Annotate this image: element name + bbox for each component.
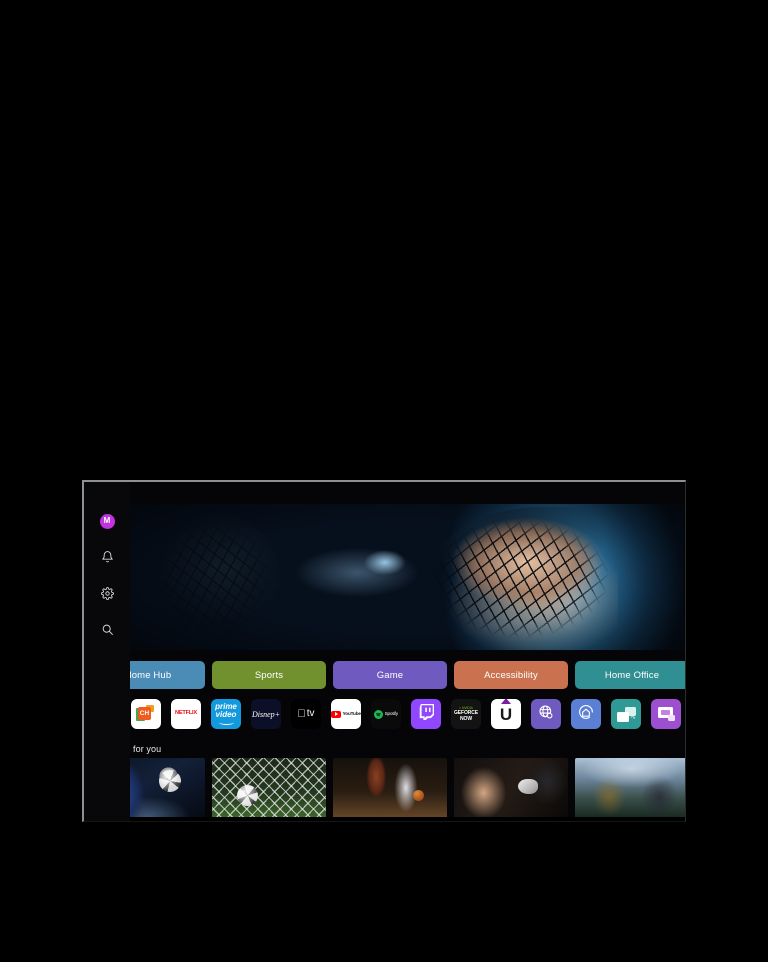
pick-thumbnail (333, 758, 447, 820)
category-button-sports[interactable]: Sports (212, 661, 326, 689)
pick-card-american-football[interactable] (575, 758, 685, 820)
tv-screen: M Home Hub Sports Game Accessibility Hom… (84, 482, 685, 821)
bottom-edge (84, 817, 685, 821)
category-button-game[interactable]: Game (333, 661, 447, 689)
pick-card-boxing-match[interactable] (454, 758, 568, 820)
pick-card-soccer-goal-net[interactable] (212, 758, 326, 820)
apple-tv-label: tv (302, 708, 315, 719)
youtube-icon (331, 710, 342, 718)
app-tile-apple-tv[interactable]:  tv (291, 699, 321, 729)
globe-icon (538, 704, 554, 725)
multiview-icon: ↷ (616, 706, 636, 722)
app-tile-netflix[interactable]: NETFLIX (171, 699, 201, 729)
app-tile-smartthings[interactable] (571, 699, 601, 729)
twitch-icon (419, 703, 434, 725)
app-tile-youtube[interactable]: YouTube (331, 699, 361, 729)
channels-icon: CH (136, 705, 156, 723)
pick-card-basketball-court[interactable] (333, 758, 447, 820)
avatar-initial: M (103, 516, 111, 525)
category-button-accessibility[interactable]: Accessibility (454, 661, 568, 689)
search-icon (101, 623, 114, 636)
category-button-home-office[interactable]: Home Office (575, 661, 685, 689)
pick-thumbnail (212, 758, 326, 820)
app-tile-geforce-now[interactable]: ◐ NVIDIA GEFORCE NOW (451, 699, 481, 729)
app-tile-u-app[interactable]: U (491, 699, 521, 729)
prime-video-label: video (215, 710, 237, 719)
app-tile-prime-video[interactable]: prime video (211, 699, 241, 729)
bell-icon (101, 550, 114, 564)
sidebar-item-search[interactable] (94, 616, 120, 642)
home-circle-icon (577, 703, 595, 726)
avatar[interactable]: M (99, 513, 115, 529)
app-tile-web-browser[interactable] (531, 699, 561, 729)
gear-icon (100, 586, 114, 600)
geforce-now-label: GEFORCE NOW (453, 709, 479, 722)
sidebar-item-settings[interactable] (94, 580, 120, 606)
app-tile-channels[interactable]: CH (131, 699, 161, 729)
sidebar-item-notifications[interactable] (94, 544, 120, 570)
category-label: Game (376, 669, 404, 681)
spotify-icon (374, 709, 384, 719)
hero-banner[interactable] (130, 504, 684, 650)
app-tile-twitch[interactable] (411, 699, 441, 729)
sidebar-item-profile[interactable]: M (94, 508, 120, 534)
u-app-icon: U (500, 699, 512, 723)
youtube-label: YouTube (342, 710, 361, 716)
pick-thumbnail (454, 758, 568, 820)
category-label: Accessibility (484, 669, 538, 681)
category-label: Home Hub (124, 669, 172, 681)
category-label: Home Office (604, 669, 660, 681)
category-label: Sports (254, 669, 284, 681)
page-root: M Home Hub Sports Game Accessibility Hom… (0, 0, 768, 962)
apple-tv-icon:  (297, 708, 305, 720)
category-button-row: Home Hub Sports Game Accessibility Home … (91, 661, 685, 689)
hero-vignette (130, 504, 684, 650)
netflix-icon: NETFLIX (175, 710, 197, 717)
app-tile-disney-plus[interactable]: Disnep+ (251, 699, 281, 729)
amazon-smile-icon (218, 720, 234, 726)
top-picks-row (91, 758, 685, 820)
spotify-label: Spotify (384, 710, 398, 716)
app-tile-multi-view[interactable]: ↷ (611, 699, 641, 729)
pick-thumbnail (575, 758, 685, 820)
app-icon-row: APPS CH NETFLIX prime vide (91, 699, 685, 729)
disney-plus-icon: Disnep+ (251, 709, 281, 719)
app-tile-spotify[interactable]: Spotify (371, 699, 401, 729)
pc-screen-icon (657, 707, 675, 721)
app-tile-workspace[interactable] (651, 699, 681, 729)
left-sidebar: M (84, 482, 130, 821)
tv-frame: M Home Hub Sports Game Accessibility Hom… (82, 480, 686, 822)
